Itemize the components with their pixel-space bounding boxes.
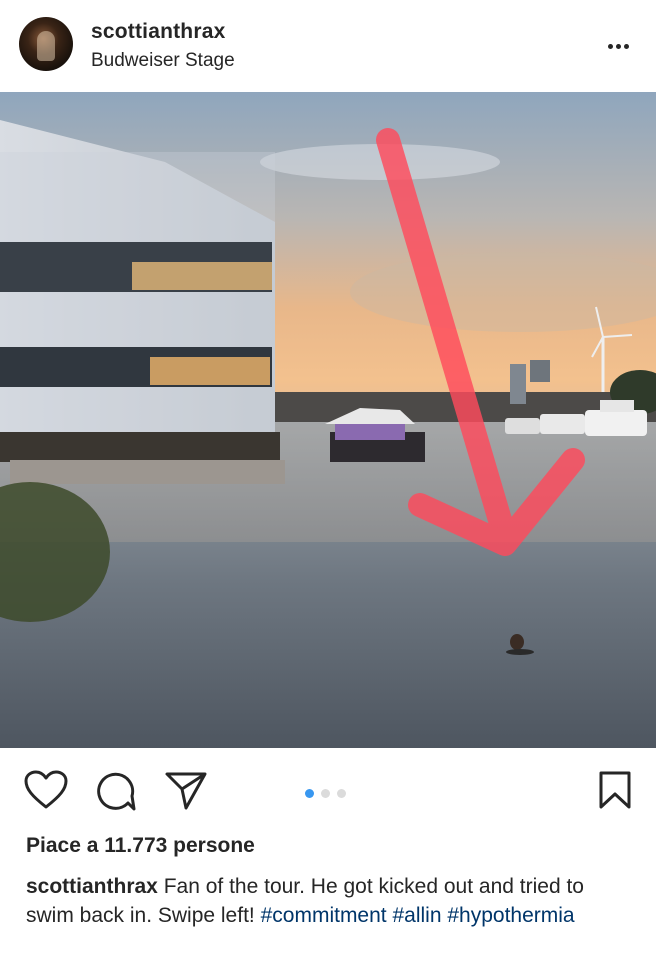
likes-count[interactable]: Piace a 11.773 persone (26, 834, 255, 858)
carousel-dot (321, 789, 330, 798)
post-username[interactable]: scottianthrax (91, 20, 225, 44)
share-icon[interactable] (164, 770, 208, 817)
bookmark-icon[interactable] (598, 770, 632, 815)
avatar[interactable] (19, 17, 73, 71)
post-header: scottianthrax Budweiser Stage (0, 0, 656, 92)
caption-username[interactable]: scottianthrax (26, 875, 158, 898)
hashtag-link[interactable]: #hypothermia (447, 904, 574, 927)
hashtag-link[interactable]: #commitment (261, 904, 387, 927)
action-bar (0, 760, 656, 820)
photo-scene (0, 92, 656, 748)
comment-icon[interactable] (95, 770, 137, 817)
carousel-dot (337, 789, 346, 798)
hashtag-link[interactable]: #allin (392, 904, 441, 927)
heart-icon[interactable] (24, 770, 68, 815)
post-caption: scottianthrax Fan of the tour. He got ki… (26, 872, 636, 930)
post-location[interactable]: Budweiser Stage (91, 50, 235, 72)
carousel-indicator (305, 785, 353, 798)
more-options-icon[interactable] (608, 36, 632, 52)
post-photo[interactable] (0, 92, 656, 748)
carousel-dot-active (305, 789, 314, 798)
